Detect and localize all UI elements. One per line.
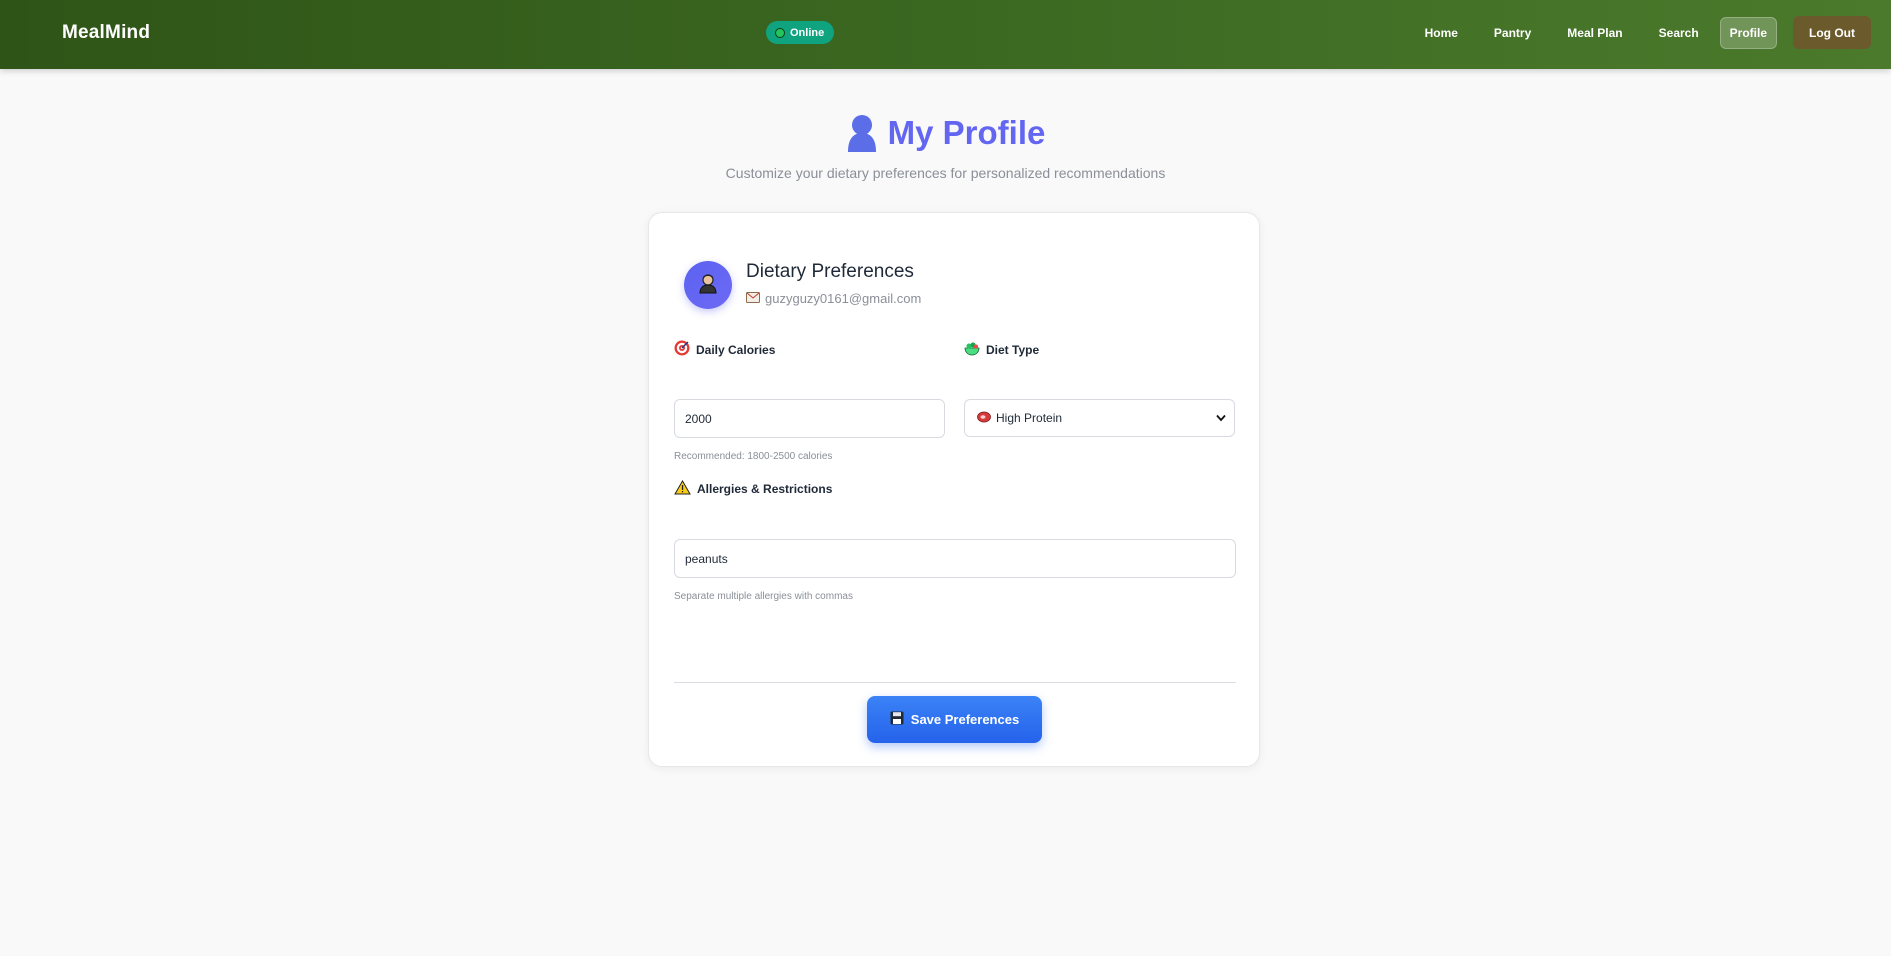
page-subtitle: Customize your dietary preferences for p… — [725, 165, 1166, 181]
logout-button[interactable]: Log Out — [1793, 16, 1871, 49]
card-title: Dietary Preferences — [746, 261, 914, 282]
chevron-down-icon — [1216, 411, 1226, 425]
nav-meal-plan[interactable]: Meal Plan — [1552, 17, 1637, 49]
nav-home[interactable]: Home — [1410, 17, 1473, 49]
person-icon — [697, 272, 719, 299]
calories-label: Daily Calories — [674, 340, 775, 359]
calories-label-text: Daily Calories — [696, 342, 776, 357]
diet-type-label-text: Diet Type — [986, 342, 1040, 357]
allergies-input[interactable] — [674, 539, 1236, 578]
target-icon — [674, 340, 690, 359]
online-status-badge: Online — [766, 21, 835, 44]
status-dot-icon — [775, 27, 785, 38]
status-label: Online — [790, 26, 825, 39]
nav-pantry[interactable]: Pantry — [1479, 17, 1546, 49]
envelope-icon — [746, 291, 760, 306]
floppy-disk-icon — [890, 711, 904, 728]
save-preferences-button[interactable]: Save Preferences — [867, 696, 1042, 743]
user-silhouette-icon — [846, 114, 878, 152]
page-title: My Profile — [0, 114, 1891, 152]
divider — [674, 682, 1236, 683]
nav-profile[interactable]: Profile — [1719, 16, 1778, 49]
warning-icon — [674, 479, 691, 498]
nav-search[interactable]: Search — [1644, 17, 1714, 49]
allergies-label: Allergies & Restrictions — [674, 479, 833, 498]
preferences-card: Dietary Preferences guzyguzy0161@gmail.c… — [648, 212, 1260, 767]
diet-type-value: High Protein — [996, 411, 1063, 425]
page-title-text: My Profile — [887, 114, 1046, 151]
main-nav: Home Pantry Meal Plan Search Profile Log… — [1410, 16, 1871, 49]
meat-icon — [977, 411, 991, 426]
top-navbar: MealMind Online Home Pantry Meal Plan Se… — [0, 0, 1891, 69]
avatar — [684, 261, 732, 309]
brand-logo[interactable]: MealMind — [62, 22, 150, 44]
calories-input[interactable] — [674, 399, 945, 438]
allergies-label-text: Allergies & Restrictions — [697, 482, 833, 496]
diet-type-select[interactable]: High Protein — [964, 399, 1235, 437]
user-email: guzyguzy0161@gmail.com — [746, 291, 921, 306]
calories-helper: Recommended: 1800-2500 calories — [674, 451, 833, 462]
diet-type-label: Diet Type — [964, 340, 1039, 359]
email-text: guzyguzy0161@gmail.com — [765, 291, 922, 306]
save-button-label: Save Preferences — [910, 712, 1020, 727]
salad-icon — [964, 340, 980, 359]
allergies-helper: Separate multiple allergies with commas — [674, 591, 853, 602]
